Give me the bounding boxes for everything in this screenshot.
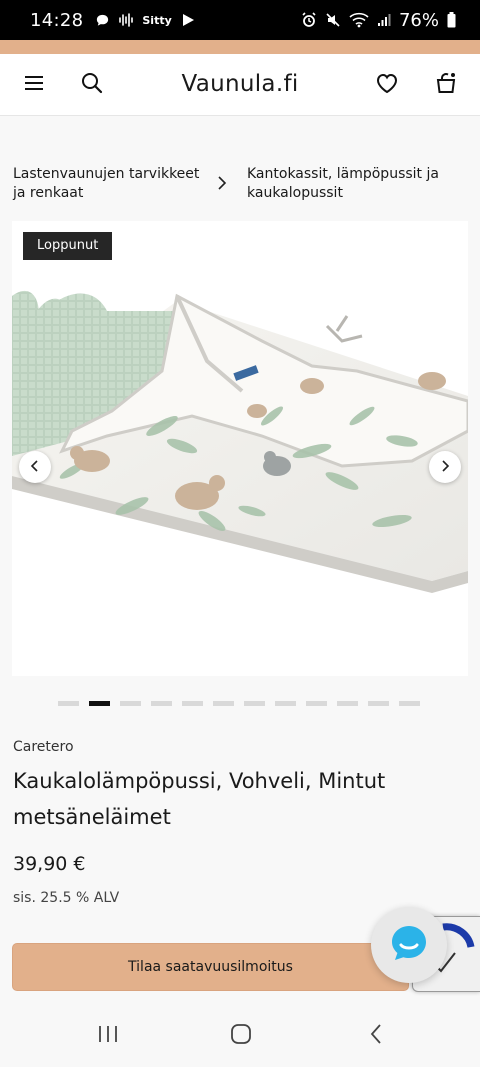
- wishlist-button[interactable]: [365, 54, 409, 116]
- back-icon: [368, 1023, 384, 1049]
- chat-bubble-icon: [389, 923, 429, 967]
- mute-icon: [325, 12, 341, 28]
- recent-apps-icon: [97, 1024, 119, 1048]
- shopping-bag-icon: [434, 71, 458, 99]
- chevron-right-icon: [214, 173, 230, 193]
- signal-icon: [377, 13, 391, 27]
- home-icon: [230, 1023, 252, 1049]
- home-button[interactable]: [226, 1021, 256, 1051]
- breadcrumb-item[interactable]: Kantokassit, lämpöpussit ja kaukalopussi…: [247, 165, 467, 203]
- gallery-pagination: [58, 701, 420, 707]
- alarm-icon: [301, 12, 317, 28]
- gallery-next-button[interactable]: [429, 451, 461, 483]
- notify-button-label: Tilaa saatavuusilmoitus: [128, 959, 293, 975]
- gallery-dot[interactable]: [182, 701, 203, 706]
- chat-notification-icon: [95, 13, 110, 28]
- site-header: Vaunula.fi: [0, 54, 480, 116]
- gallery-dot[interactable]: [275, 701, 296, 706]
- play-store-icon: [180, 12, 196, 28]
- breadcrumb-item[interactable]: Lastenvaunujen tarvikkeet ja renkaat: [13, 165, 213, 203]
- gallery-dot[interactable]: [306, 701, 327, 706]
- product-image: [12, 290, 468, 593]
- gallery-dot[interactable]: [399, 701, 420, 706]
- sold-out-badge: Loppunut: [23, 232, 113, 260]
- notify-availability-button[interactable]: Tilaa saatavuusilmoitus: [12, 943, 409, 991]
- cart-button[interactable]: [424, 54, 468, 116]
- chevron-right-icon: [439, 458, 451, 477]
- heart-icon: [375, 72, 399, 98]
- gallery-dot[interactable]: [58, 701, 79, 706]
- system-nav-bar: [0, 1003, 480, 1067]
- product-gallery[interactable]: Loppunut: [12, 221, 468, 676]
- gallery-dot[interactable]: [244, 701, 265, 706]
- gallery-dot[interactable]: [337, 701, 358, 706]
- product-brand[interactable]: Caretero: [13, 739, 74, 755]
- status-bar: 14:28 Sitty 76%: [0, 0, 480, 40]
- status-time: 14:28: [30, 9, 84, 31]
- gallery-dot[interactable]: [213, 701, 234, 706]
- gallery-dot[interactable]: [368, 701, 389, 706]
- audio-wave-icon: [118, 13, 134, 27]
- promo-strip: [0, 40, 480, 54]
- recent-apps-button[interactable]: [93, 1021, 123, 1051]
- product-title: Kaukalolämpöpussi, Vohveli, Mintut metsä…: [13, 769, 386, 829]
- breadcrumb: Lastenvaunujen tarvikkeet ja renkaat Kan…: [0, 117, 480, 221]
- battery-icon: [447, 12, 456, 28]
- chevron-left-icon: [29, 458, 41, 477]
- chat-widget-button[interactable]: [371, 907, 447, 983]
- wifi-icon: [349, 12, 369, 28]
- product-price: 39,90 €: [13, 853, 86, 875]
- vat-note: sis. 25.5 % ALV: [13, 890, 120, 906]
- gallery-dot[interactable]: [89, 701, 110, 706]
- battery-level: 76%: [398, 9, 439, 31]
- back-button[interactable]: [361, 1021, 391, 1051]
- gallery-prev-button[interactable]: [19, 451, 51, 483]
- gallery-dot[interactable]: [120, 701, 141, 706]
- carrier-badge: Sitty: [142, 13, 172, 27]
- gallery-dot[interactable]: [151, 701, 172, 706]
